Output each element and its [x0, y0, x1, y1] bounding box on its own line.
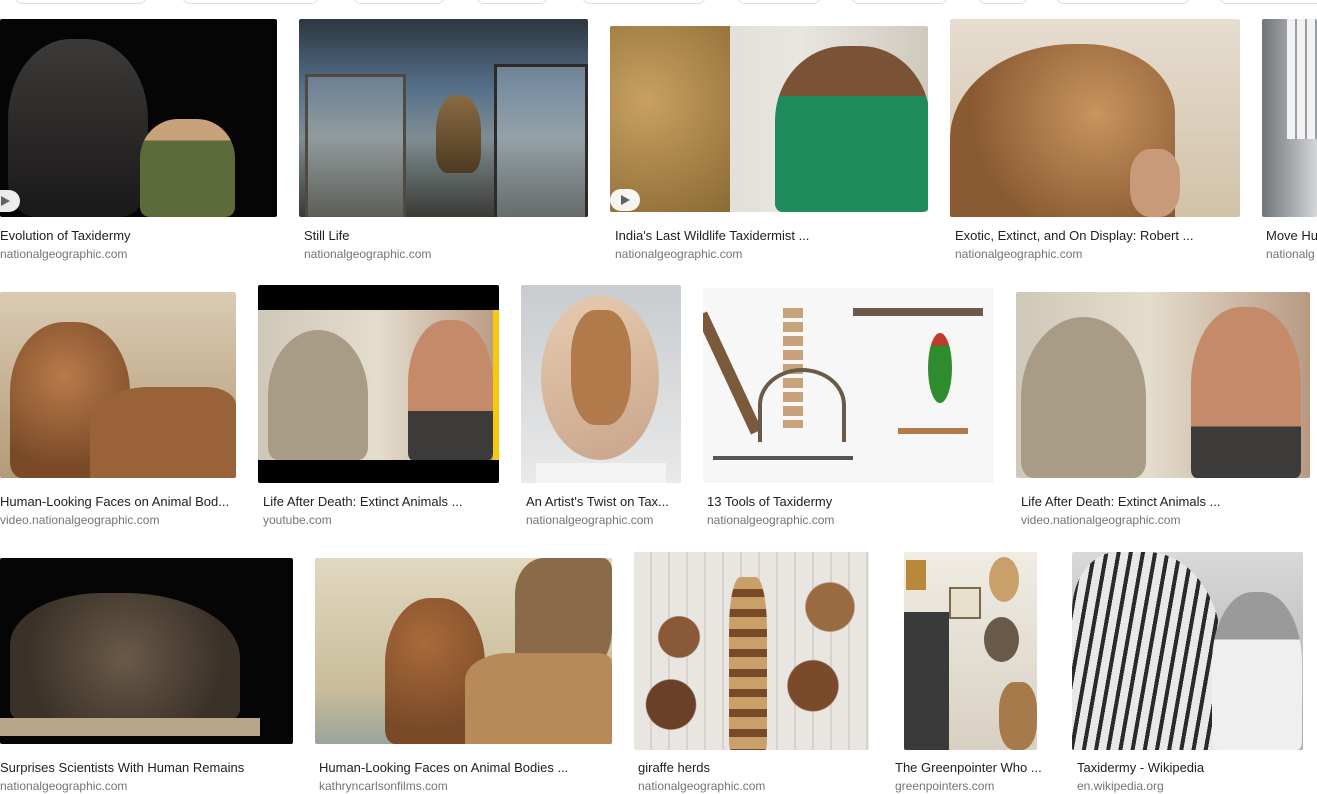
filter-chip[interactable] [182, 0, 319, 4]
tool-blade [898, 428, 968, 434]
tortoise-figure [1021, 317, 1146, 478]
filter-chip[interactable] [353, 0, 445, 4]
filter-chip[interactable] [476, 0, 548, 4]
result-title[interactable]: 13 Tools of Taxidermy [707, 493, 992, 511]
filter-chip[interactable] [1219, 0, 1317, 4]
result-source: video.nationalgeographic.com [1021, 513, 1181, 527]
result-title[interactable]: Life After Death: Extinct Animals ... [263, 493, 499, 511]
play-button[interactable] [610, 189, 640, 211]
filter-chip[interactable] [737, 0, 821, 4]
result-thumbnail[interactable] [904, 552, 1037, 750]
deer-figure [999, 682, 1037, 750]
parrot-figure [928, 333, 952, 403]
animal-group [10, 593, 240, 723]
window-frame [494, 64, 588, 217]
result-title[interactable]: Surprises Scientists With Human Remains [0, 759, 293, 777]
leopard-figure [610, 26, 730, 212]
result-thumbnail[interactable] [521, 285, 681, 483]
result-thumbnail[interactable] [0, 558, 293, 744]
result-thumbnail[interactable] [1262, 19, 1317, 217]
tortoise-figure [268, 330, 368, 460]
result-source: kathryncarlsonfilms.com [319, 779, 448, 793]
result-thumbnail[interactable] [1072, 552, 1303, 750]
person-figure [1191, 307, 1301, 478]
play-icon [1, 196, 10, 206]
gorilla-figure [8, 39, 148, 217]
result-source: en.wikipedia.org [1077, 779, 1164, 793]
play-icon [621, 195, 630, 205]
result-source: youtube.com [263, 513, 332, 527]
filter-chip[interactable] [1056, 0, 1190, 4]
mounted-animal [989, 557, 1019, 602]
filter-chip[interactable] [582, 0, 706, 4]
window-frame [305, 74, 406, 217]
kudu-body [465, 653, 612, 744]
result-title[interactable]: Human-Looking Faces on Animal Bod... [0, 493, 236, 511]
tool-knife [703, 311, 762, 435]
result-thumbnail[interactable] [950, 19, 1240, 217]
mounted-animal [984, 617, 1019, 662]
result-source: greenpointers.com [895, 779, 995, 793]
window-frame [1287, 19, 1317, 139]
result-source: nationalgeographic.com [0, 247, 128, 261]
antelope-body [90, 387, 236, 478]
tool-hook [758, 368, 846, 442]
framed-picture [949, 587, 981, 619]
result-thumbnail[interactable] [703, 288, 994, 483]
play-button[interactable] [0, 190, 20, 212]
result-title[interactable]: India's Last Wildlife Taxidermist ... [615, 227, 925, 245]
result-thumbnail[interactable] [0, 292, 236, 478]
gazelle-figure [571, 310, 631, 425]
result-source: nationalgeographic.com [707, 513, 835, 527]
result-title[interactable]: Taxidermy - Wikipedia [1077, 759, 1303, 777]
result-title[interactable]: An Artist's Twist on Tax... [526, 493, 681, 511]
result-thumbnail[interactable] [315, 558, 612, 744]
result-title[interactable]: giraffe herds [638, 759, 869, 777]
result-source: nationalg [1266, 247, 1315, 261]
result-source: nationalgeographic.com [0, 779, 128, 793]
result-title[interactable]: Human-Looking Faces on Animal Bodies ... [319, 759, 612, 777]
result-thumbnail[interactable] [0, 19, 277, 217]
hand-figure [1130, 149, 1180, 217]
filter-chip[interactable] [978, 0, 1028, 4]
result-source: video.nationalgeographic.com [0, 513, 160, 527]
result-thumbnail[interactable] [610, 26, 928, 212]
yellow-border [493, 310, 499, 460]
person-figure [775, 46, 928, 212]
display-cabinet [904, 612, 949, 750]
tiger-figure [1072, 552, 1222, 750]
result-thumbnail[interactable] [258, 285, 499, 483]
result-title[interactable]: Still Life [304, 227, 584, 245]
framed-picture [906, 560, 926, 590]
result-source: nationalgeographic.com [955, 247, 1083, 261]
filter-chip[interactable] [851, 0, 948, 4]
result-thumbnail[interactable] [299, 19, 588, 217]
result-title[interactable]: Exotic, Extinct, and On Display: Robert … [955, 227, 1240, 245]
result-source: nationalgeographic.com [638, 779, 766, 793]
mounted-heads [779, 572, 864, 747]
bear-figure [436, 95, 481, 173]
tool-scraper [853, 308, 983, 316]
filter-chip[interactable] [15, 0, 147, 4]
result-source: nationalgeographic.com [526, 513, 654, 527]
result-title[interactable]: Life After Death: Extinct Animals ... [1021, 493, 1310, 511]
mounted-heads [639, 592, 719, 742]
result-source: nationalgeographic.com [615, 247, 743, 261]
display-base [0, 718, 260, 736]
giraffe-figure [729, 577, 767, 750]
result-title[interactable]: The Greenpointer Who ... [895, 759, 1045, 777]
result-thumbnail[interactable] [634, 552, 869, 750]
result-title[interactable]: Move Hu [1266, 227, 1317, 245]
person-figure [140, 119, 235, 217]
result-source: nationalgeographic.com [304, 247, 432, 261]
pedestal [536, 463, 666, 483]
result-title[interactable]: Evolution of Taxidermy [0, 227, 270, 245]
tool-rod [713, 456, 853, 460]
result-thumbnail[interactable] [1016, 292, 1310, 478]
person-figure [408, 320, 493, 460]
person-figure [1212, 592, 1302, 750]
